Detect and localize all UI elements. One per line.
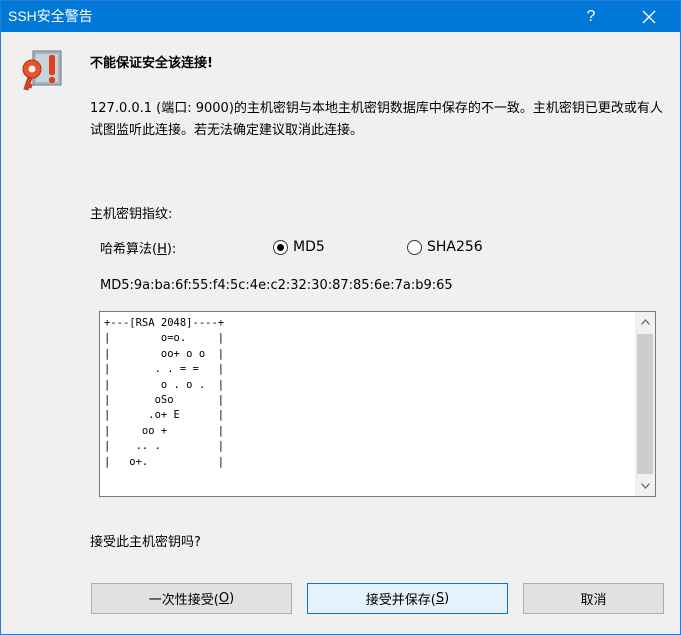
warning-message: 127.0.0.1 (端口: 9000)的主机密钥与本地主机密钥数据库中保存的不…	[90, 101, 663, 138]
radio-md5[interactable]: MD5	[273, 239, 325, 255]
vertical-scrollbar[interactable]	[635, 312, 655, 496]
scroll-thumb[interactable]	[637, 334, 653, 474]
warning-heading: 不能保证安全该连接!	[90, 56, 213, 71]
scroll-up-button[interactable]	[635, 312, 655, 332]
randomart-text: +---[RSA 2048]----+ | o=o. | | oo+ o o |…	[104, 317, 225, 468]
hash-algorithm-label: 哈希算法(H):	[100, 242, 177, 257]
accept-question: 接受此主机密钥吗?	[90, 535, 201, 550]
cancel-button[interactable]: 取消	[523, 583, 664, 614]
window-title: SSH安全警告	[8, 8, 93, 24]
radio-md5-label: MD5	[293, 239, 325, 255]
radio-sha256-indicator[interactable]	[407, 239, 422, 255]
radio-sha256[interactable]: SHA256	[407, 239, 483, 255]
key-warning-icon	[22, 50, 62, 91]
chevron-up-icon	[640, 319, 650, 325]
close-icon	[642, 10, 656, 23]
title-bar[interactable]: SSH安全警告 ?	[1, 1, 680, 32]
chevron-down-icon	[640, 483, 650, 489]
fingerprint-value: MD5:9a:ba:6f:55:f4:5c:4e:c2:32:30:87:85:…	[100, 278, 453, 293]
close-button[interactable]	[626, 1, 672, 32]
fingerprint-label: 主机密钥指纹:	[90, 207, 173, 222]
radio-sha256-label: SHA256	[427, 239, 483, 255]
accept-and-save-button[interactable]: 接受并保存(S)	[307, 583, 508, 614]
accept-once-button[interactable]: 一次性接受(O)	[91, 583, 292, 614]
ssh-warning-dialog: SSH安全警告 ? 不能保证安全该连接! 127.0.0.1 (端口: 9000…	[0, 0, 681, 635]
scroll-down-button[interactable]	[635, 476, 655, 496]
radio-md5-indicator[interactable]	[273, 239, 288, 255]
randomart-textbox[interactable]: +---[RSA 2048]----+ | o=o. | | oo+ o o |…	[99, 311, 656, 497]
help-button[interactable]: ?	[568, 1, 614, 32]
